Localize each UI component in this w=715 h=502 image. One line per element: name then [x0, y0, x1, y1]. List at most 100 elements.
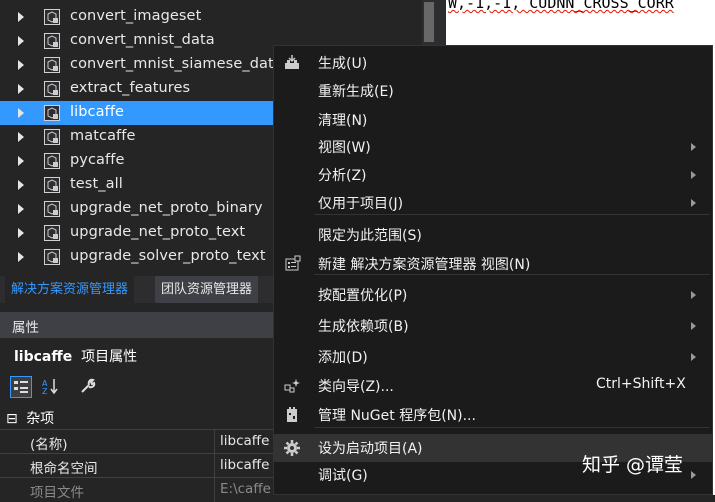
tree-item-label: convert_imageset: [70, 8, 202, 24]
properties-subject: libcaffe 项目属性: [14, 346, 137, 366]
expand-arrow-icon[interactable]: [18, 228, 24, 238]
expand-arrow-icon[interactable]: [18, 108, 24, 118]
categorized-icon: [14, 381, 28, 393]
menu-item[interactable]: 清理(N): [274, 106, 712, 134]
expand-arrow-icon[interactable]: [18, 204, 24, 214]
menu-shortcut: Ctrl+Shift+X: [596, 376, 686, 392]
svg-text:Z: Z: [42, 387, 48, 396]
property-name: (名称): [30, 437, 68, 453]
tree-item-label: convert_mnist_siamese_data: [70, 56, 283, 72]
watermark: 知乎 @谭莹: [582, 454, 684, 476]
tree-item-label: test_all: [70, 176, 123, 192]
menu-item-label: 设为启动项目(A): [318, 441, 423, 457]
tab-team-explorer[interactable]: 团队资源管理器: [155, 276, 259, 303]
tree-item-label: extract_features: [70, 80, 191, 96]
expand-arrow-icon[interactable]: [18, 132, 24, 142]
menu-item[interactable]: 添加(D): [274, 343, 712, 371]
sort-az-icon: A Z: [42, 379, 58, 396]
tree-item-label: upgrade_solver_proto_text: [70, 248, 266, 264]
menu-item[interactable]: 分析(Z): [274, 161, 712, 189]
property-value[interactable]: libcaffe: [220, 457, 269, 473]
cpp-project-icon: [44, 153, 60, 169]
menu-item-label: 类向导(Z)...: [318, 379, 394, 395]
categorized-button[interactable]: [10, 376, 32, 398]
menu-item-label: 调试(G): [318, 468, 368, 484]
context-menu: 生成(U) 重新生成(E) 清理(N) 视图(W) 分析(Z) 仅用于项目(J) 限定为此范…: [273, 45, 713, 495]
menu-item-label: 分析(Z): [318, 168, 367, 184]
menu-item[interactable]: 生成(U): [274, 49, 712, 77]
menu-item-label: 视图(W): [318, 140, 371, 156]
subject-name: libcaffe: [14, 349, 73, 365]
menu-item-label: 新建 解决方案资源管理器 视图(N): [318, 257, 531, 273]
cpp-project-icon: [44, 105, 60, 121]
menu-item[interactable]: 新建 解决方案资源管理器 视图(N): [274, 250, 712, 278]
menu-item[interactable]: 管理 NuGet 程序包(N)...: [274, 401, 712, 429]
menu-item-label: 重新生成(E): [318, 84, 394, 100]
category-label: 杂项: [26, 411, 55, 427]
submenu-arrow-icon: [691, 471, 696, 479]
property-value[interactable]: libcaffe: [220, 433, 269, 449]
collapse-icon[interactable]: ⊟: [6, 411, 18, 427]
menu-item[interactable]: 按配置优化(P): [274, 281, 712, 309]
tree-item-label: pycaffe: [70, 152, 125, 168]
cpp-project-icon: [44, 81, 60, 97]
menu-item[interactable]: 生成依赖项(B): [274, 312, 712, 340]
expand-arrow-icon[interactable]: [18, 156, 24, 166]
menu-item-label: 管理 NuGet 程序包(N)...: [318, 408, 476, 424]
class-wizard-icon: [283, 377, 301, 395]
tree-item-label: matcaffe: [70, 128, 136, 144]
menu-item[interactable]: 仅用于项目(J): [274, 189, 712, 217]
menu-item[interactable]: 类向导(Z)... Ctrl+Shift+X: [274, 372, 712, 400]
menu-item-label: 生成依赖项(B): [318, 319, 409, 335]
cpp-project-icon: [44, 9, 60, 25]
menu-item-label: 添加(D): [318, 350, 368, 366]
alphabetical-button[interactable]: A Z: [40, 376, 62, 398]
menu-item-label: 清理(N): [318, 113, 368, 129]
expand-arrow-icon[interactable]: [18, 84, 24, 94]
tree-item-label: libcaffe: [70, 104, 125, 120]
column-divider: [214, 454, 215, 478]
expand-arrow-icon[interactable]: [18, 180, 24, 190]
tab-solution-explorer[interactable]: 解决方案资源管理器: [5, 276, 135, 303]
submenu-arrow-icon: [691, 322, 696, 330]
cpp-project-icon: [44, 201, 60, 217]
cpp-project-icon: [44, 129, 60, 145]
cpp-project-icon: [44, 33, 60, 49]
build-icon: [283, 54, 301, 72]
property-pages-button[interactable]: [78, 376, 100, 398]
tree-item-label: upgrade_net_proto_text: [70, 224, 246, 240]
expand-arrow-icon[interactable]: [18, 12, 24, 22]
menu-item[interactable]: 视图(W): [274, 133, 712, 161]
cpp-project-icon: [44, 249, 60, 265]
new-view-icon: [283, 255, 301, 273]
property-name: 项目文件: [30, 485, 84, 501]
menu-item[interactable]: 重新生成(E): [274, 77, 712, 105]
wrench-icon: [81, 378, 96, 393]
submenu-arrow-icon: [691, 199, 696, 207]
expand-arrow-icon[interactable]: [18, 60, 24, 70]
menu-item-label: 按配置优化(P): [318, 288, 408, 304]
expand-arrow-icon[interactable]: [18, 252, 24, 262]
properties-toolbar: A Z: [8, 374, 308, 400]
code-line[interactable]: W,-1,-1, CUDNN_CROSS_CORR: [448, 0, 674, 12]
menu-item-label: 限定为此范围(S): [318, 228, 422, 244]
expand-arrow-icon[interactable]: [18, 36, 24, 46]
subject-type: 项目属性: [81, 349, 138, 365]
submenu-arrow-icon: [691, 171, 696, 179]
property-name: 根命名空间: [30, 461, 98, 477]
submenu-arrow-icon: [691, 291, 696, 299]
tree-item[interactable]: convert_imageset: [0, 5, 420, 29]
menu-item-label: 仅用于项目(J): [318, 196, 404, 212]
menu-item-label: 生成(U): [318, 56, 368, 72]
column-divider: [214, 430, 215, 454]
submenu-arrow-icon: [691, 353, 696, 361]
tree-item-label: convert_mnist_data: [70, 32, 215, 48]
column-divider: [214, 478, 215, 502]
category-misc[interactable]: ⊟ 杂项: [6, 408, 54, 428]
menu-item[interactable]: 限定为此范围(S): [274, 221, 712, 249]
gear-icon: [283, 439, 301, 457]
cpp-project-icon: [44, 177, 60, 193]
cpp-project-icon: [44, 57, 60, 73]
properties-title: 属性: [12, 320, 39, 336]
scrollbar-thumb[interactable]: [424, 2, 434, 42]
